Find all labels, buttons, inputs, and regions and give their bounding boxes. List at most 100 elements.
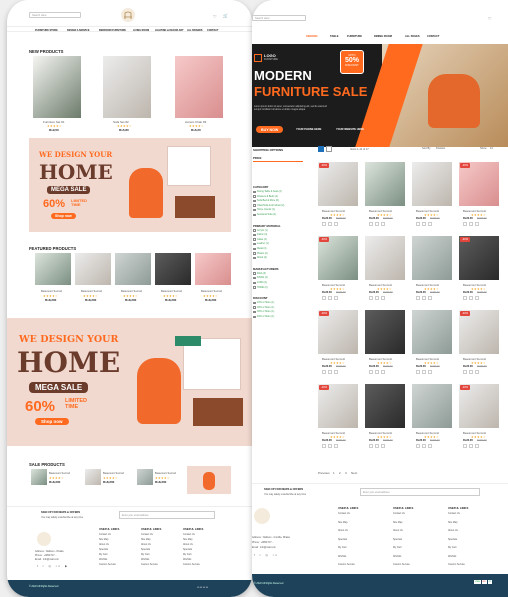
product-name[interactable]: Beaumont Sunrod xyxy=(201,290,222,293)
wishlist-icon[interactable] xyxy=(322,222,326,226)
footer-link[interactable]: Contact Us xyxy=(141,533,153,536)
filter-title[interactable]: DISCOUNT xyxy=(253,296,268,300)
footer-link[interactable]: About Us xyxy=(393,529,403,532)
filter-option[interactable]: Sofa Bed & More (6) xyxy=(257,199,279,202)
email-field[interactable]: Enter your email address xyxy=(360,488,480,496)
nav-item[interactable]: CONTACT xyxy=(427,35,440,38)
footer-link[interactable]: About Us xyxy=(99,543,109,546)
filter-option[interactable]: Plastic (2) xyxy=(257,252,268,255)
wishlist-icon[interactable] xyxy=(416,222,420,226)
compare-icon[interactable] xyxy=(328,370,332,374)
filter-option[interactable]: Leather (1) xyxy=(257,242,269,245)
nav-item[interactable]: CONTACT xyxy=(207,29,219,32)
cart-add-icon[interactable] xyxy=(475,296,479,300)
mini-banner[interactable] xyxy=(187,466,231,494)
footer-link[interactable]: Contact Us xyxy=(448,512,460,515)
cart-add-icon[interactable] xyxy=(428,296,432,300)
filter-checkbox[interactable] xyxy=(253,256,256,260)
filter-option[interactable]: Metal (4) xyxy=(257,247,266,250)
cart-add-icon[interactable] xyxy=(381,444,385,448)
product-image[interactable] xyxy=(365,384,405,428)
filter-option[interactable]: DIVAN (2) xyxy=(257,276,268,279)
compare-icon[interactable] xyxy=(375,222,379,226)
nav-item[interactable]: LIGHTING & DECOR ART xyxy=(155,29,184,32)
product-name[interactable]: Beaumont Sunrod xyxy=(49,472,70,475)
product-image[interactable] xyxy=(365,236,405,280)
footer-link[interactable]: My Cart xyxy=(338,546,346,549)
filter-title[interactable]: CATEGORY xyxy=(253,185,269,189)
product-image[interactable] xyxy=(365,310,405,354)
compare-icon[interactable] xyxy=(469,222,473,226)
compare-icon[interactable] xyxy=(422,370,426,374)
show-select[interactable]: 12 xyxy=(490,147,493,150)
email-field[interactable]: Enter your email address xyxy=(119,511,215,519)
footer-link[interactable]: My Cart xyxy=(99,553,107,556)
compare-icon[interactable] xyxy=(469,444,473,448)
filter-option[interactable]: 40% or More (1) xyxy=(257,315,274,318)
sort-select[interactable]: Position xyxy=(436,147,445,150)
compare-icon[interactable] xyxy=(422,296,426,300)
nav-item[interactable]: SEEDING xyxy=(306,35,318,38)
filter-checkbox[interactable] xyxy=(253,195,256,198)
product-image[interactable] xyxy=(85,469,101,485)
filter-option[interactable]: HODE (2) xyxy=(257,286,268,289)
filter-title[interactable]: PRIMARY MATERIAL xyxy=(253,224,281,228)
filter-checkbox[interactable] xyxy=(253,190,256,193)
wishlist-icon[interactable] xyxy=(463,444,467,448)
filter-checkbox[interactable] xyxy=(253,204,256,207)
nav-item[interactable]: DINING ROOM xyxy=(374,35,392,38)
footer-link[interactable]: Specials xyxy=(99,548,108,551)
nav-item[interactable]: BEDROOM FURNITURE xyxy=(99,29,126,32)
footer-link[interactable]: Wishlist xyxy=(393,555,401,558)
heart-icon[interactable]: ♡ xyxy=(488,16,492,21)
filter-checkbox[interactable] xyxy=(253,306,256,309)
footer-link[interactable]: Wishlist xyxy=(183,558,191,561)
shop-now-button[interactable]: Shop now xyxy=(35,418,69,425)
footer-link[interactable]: Wishlist xyxy=(448,555,456,558)
wishlist-icon[interactable] xyxy=(322,444,326,448)
page-number[interactable]: 3 xyxy=(345,471,347,475)
filter-option[interactable]: LUMA (1) xyxy=(257,281,267,284)
filter-option[interactable]: Sectional Sofa (1) xyxy=(257,213,276,216)
footer-link[interactable]: About Us xyxy=(183,543,193,546)
hero-banner[interactable]: LOGO FURNITURE UPTO 50% DISCOUNT MODERN … xyxy=(252,44,508,147)
footer-link[interactable]: My Cart xyxy=(448,546,456,549)
buy-now-button[interactable]: BUY NOW xyxy=(256,126,284,133)
cart-icon[interactable]: 🛒 xyxy=(223,13,228,18)
footer-link[interactable]: Contact Us xyxy=(338,512,350,515)
compare-icon[interactable] xyxy=(375,370,379,374)
product-image[interactable] xyxy=(459,310,499,354)
product-image[interactable] xyxy=(137,469,153,485)
promo-banner[interactable]: WE DESIGN YOUR HOME MEGA SALE 60% LIMITE… xyxy=(29,138,231,232)
footer-link[interactable]: My Cart xyxy=(393,546,401,549)
footer-link[interactable]: My Cart xyxy=(141,553,149,556)
product-image[interactable] xyxy=(31,469,47,485)
cart-add-icon[interactable] xyxy=(334,370,338,374)
product-image[interactable] xyxy=(459,162,499,206)
filter-checkbox[interactable] xyxy=(253,272,256,275)
footer-link[interactable]: Contact Us xyxy=(99,533,111,536)
wishlist-icon[interactable] xyxy=(416,370,420,374)
product-image[interactable] xyxy=(459,384,499,428)
product-image[interactable] xyxy=(115,253,151,285)
search-input[interactable]: Search Here xyxy=(252,15,306,21)
filter-checkbox[interactable] xyxy=(253,208,256,212)
footer-link[interactable]: Specials xyxy=(183,548,192,551)
page-next[interactable]: Next xyxy=(351,471,357,475)
product-image[interactable] xyxy=(103,56,151,118)
compare-icon[interactable] xyxy=(328,296,332,300)
footer-link[interactable]: Wishlist xyxy=(338,555,346,558)
cart-add-icon[interactable] xyxy=(381,222,385,226)
filter-title[interactable]: MANUFACTURERS xyxy=(253,267,278,271)
price-slider[interactable] xyxy=(253,161,303,162)
cart-add-icon[interactable] xyxy=(334,444,338,448)
page-number[interactable]: 2 xyxy=(339,471,341,475)
footer-link[interactable]: Specials xyxy=(393,538,402,541)
filter-option[interactable]: 10% or More (1) xyxy=(257,301,274,304)
filter-option[interactable]: Wood (4) xyxy=(257,256,267,259)
footer-link[interactable]: About Us xyxy=(448,529,458,532)
filter-checkbox[interactable] xyxy=(253,233,256,237)
compare-icon[interactable] xyxy=(469,370,473,374)
footer-link[interactable]: Site Map xyxy=(99,538,108,541)
footer-link[interactable]: Site Map xyxy=(183,538,192,541)
